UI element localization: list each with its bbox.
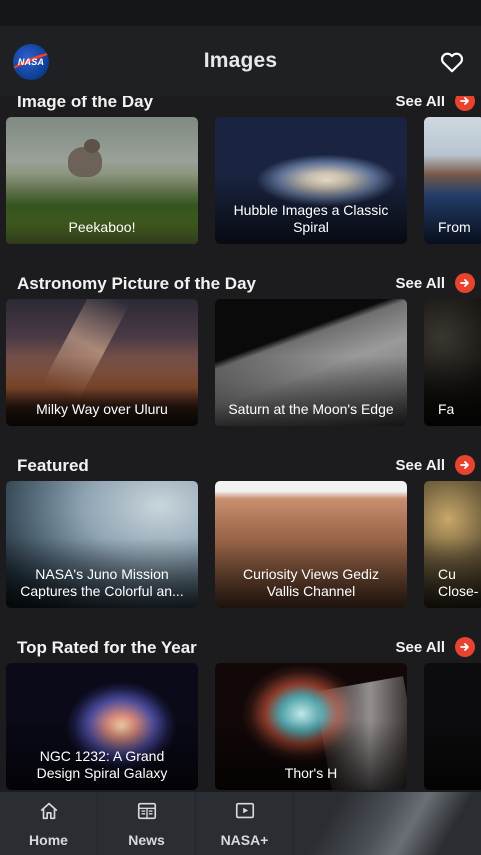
news-icon xyxy=(137,802,156,820)
card-caption: Peekaboo! xyxy=(68,219,136,235)
card-caption: Saturn at the Moon's Edge xyxy=(228,401,394,417)
nav-home[interactable]: Home xyxy=(0,792,98,855)
see-all-button[interactable]: See All xyxy=(396,273,475,293)
image-card[interactable]: NASA's Juno Mission Captures the Colorfu… xyxy=(6,481,198,608)
image-card[interactable]: Thor's H xyxy=(215,663,407,790)
nav-nasa-plus[interactable]: NASA+ xyxy=(196,792,294,855)
home-icon xyxy=(40,802,57,820)
image-card[interactable]: From xyxy=(424,117,481,244)
image-card[interactable]: Curiosity Views Gediz Vallis Channel xyxy=(215,481,407,608)
images-feed[interactable]: Image of the Day See All Peekaboo! Hubbl… xyxy=(0,96,481,792)
arrow-right-icon xyxy=(455,455,475,475)
section-title: Featured xyxy=(17,456,89,475)
card-caption: Hubble Images a Classic Spiral xyxy=(233,202,389,235)
nav-overflow-area xyxy=(300,792,481,855)
section-top-rated: Top Rated for the Year See All NGC 1232:… xyxy=(0,634,481,792)
arrow-right-icon xyxy=(455,637,475,657)
bottom-nav: Home News NASA+ xyxy=(0,792,481,855)
card-caption: NASA's Juno Mission Captures the Colorfu… xyxy=(20,566,184,599)
image-card[interactable]: Milky Way over Uluru xyxy=(6,299,198,426)
card-caption: Fa xyxy=(438,401,455,417)
card-caption: Curiosity Views Gediz Vallis Channel xyxy=(243,566,379,599)
see-all-button[interactable]: See All xyxy=(396,637,475,657)
card-caption: Thor's H xyxy=(284,765,338,781)
arrow-right-icon xyxy=(455,273,475,293)
image-card[interactable]: Saturn at the Moon's Edge xyxy=(215,299,407,426)
nasa-logo[interactable]: NASA xyxy=(13,44,49,80)
see-all-button[interactable]: See All xyxy=(396,96,475,111)
section-image-of-the-day: Image of the Day See All Peekaboo! Hubbl… xyxy=(0,96,481,270)
see-all-button[interactable]: See All xyxy=(396,455,475,475)
image-card[interactable]: NGC 1232: A Grand Design Spiral Galaxy xyxy=(6,663,198,790)
status-bar xyxy=(0,0,481,26)
app-bar: NASA Images xyxy=(0,26,481,96)
section-title: Image of the Day xyxy=(17,96,154,111)
card-caption: Cu Close- xyxy=(438,566,479,599)
nav-news[interactable]: News xyxy=(98,792,196,855)
section-title: Astronomy Picture of the Day xyxy=(17,274,256,293)
heart-icon[interactable] xyxy=(439,49,465,75)
image-card[interactable]: Hubble Images a Classic Spiral xyxy=(215,117,407,244)
card-caption: Milky Way over Uluru xyxy=(36,401,168,417)
section-featured: Featured See All NASA's Juno Mission Cap… xyxy=(0,452,481,634)
image-card[interactable] xyxy=(424,663,481,790)
arrow-right-icon xyxy=(455,96,475,111)
image-card[interactable]: Peekaboo! xyxy=(6,117,198,244)
image-card[interactable]: Cu Close- xyxy=(424,481,481,608)
page-title: Images xyxy=(203,49,278,72)
card-caption: NGC 1232: A Grand Design Spiral Galaxy xyxy=(36,748,168,781)
section-title: Top Rated for the Year xyxy=(17,638,197,657)
play-icon xyxy=(235,802,254,819)
card-caption: From xyxy=(438,219,471,235)
image-card[interactable]: Fa xyxy=(424,299,481,426)
section-astronomy-picture-of-the-day: Astronomy Picture of the Day See All Mil… xyxy=(0,270,481,452)
